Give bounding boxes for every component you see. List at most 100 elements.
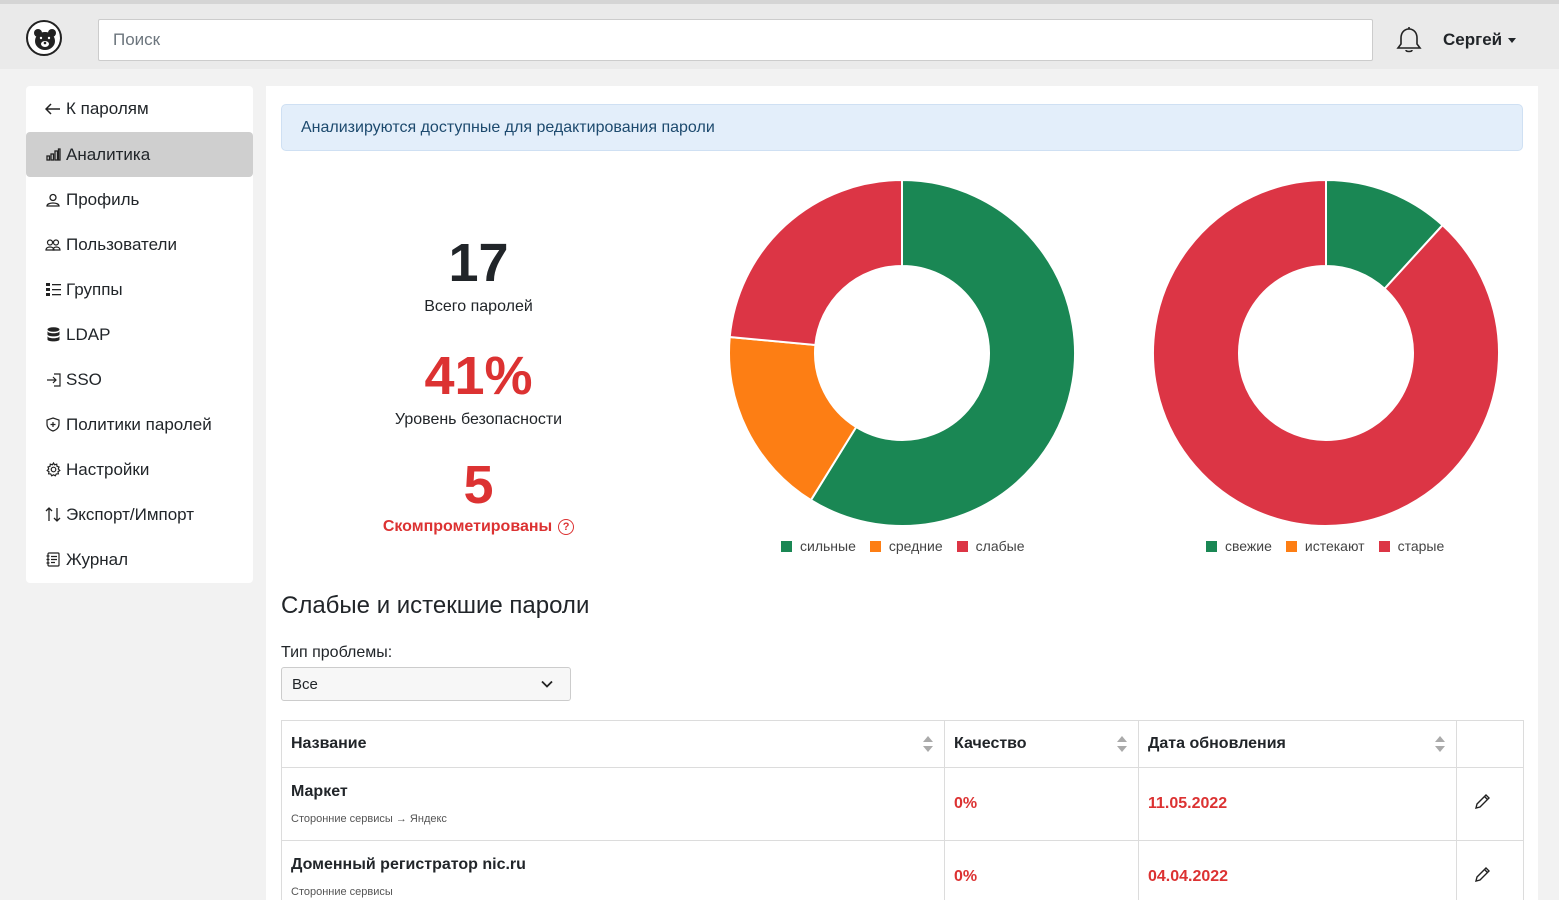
sidebar-item-back[interactable]: К паролям: [26, 86, 253, 131]
column-header-name[interactable]: Название: [281, 720, 945, 768]
legend-item: свежие: [1206, 538, 1272, 554]
compromised-label: Скомпрометированы: [382, 518, 553, 535]
sidebar-item-analytics[interactable]: Аналитика: [26, 132, 253, 177]
legend-label: слабые: [975, 538, 1025, 554]
column-header-quality[interactable]: Качество: [944, 720, 1139, 768]
bell-icon[interactable]: [1396, 26, 1422, 59]
total-value: 17: [448, 233, 509, 293]
sidebar-item-label: LDAP: [66, 324, 111, 344]
legend-label: старые: [1397, 538, 1445, 554]
select-value: Все: [292, 675, 318, 693]
legend-label: средние: [888, 538, 943, 554]
actions-cell: [1456, 840, 1524, 900]
arrows-updown-icon: [44, 506, 62, 524]
database-icon: [44, 326, 62, 344]
security-label: Уровень безопасности: [394, 411, 563, 428]
sidebar-item-profile[interactable]: Профиль: [26, 177, 253, 222]
column-label: Дата обновления: [1148, 735, 1286, 752]
legend-item: слабые: [956, 538, 1025, 554]
section-title: Слабые и истекшие пароли: [281, 592, 590, 619]
name-cell: Доменный регистратор nic.ru Сторонние се…: [281, 840, 945, 900]
stat-total: 17 Всего паролей: [376, 236, 581, 316]
donut-slice-старые[interactable]: [1153, 180, 1499, 526]
user-name: Сергей: [1443, 30, 1503, 49]
total-label: Всего паролей: [424, 298, 533, 315]
legend-swatch: [1206, 541, 1217, 552]
row-title[interactable]: Доменный регистратор nic.ru: [291, 856, 944, 874]
sidebar-item-sso[interactable]: SSO: [26, 357, 253, 402]
legend-label: истекают: [1304, 538, 1365, 554]
sidebar-item-label: Профиль: [66, 189, 140, 209]
shield-icon: [44, 416, 62, 434]
sort-icon[interactable]: [1116, 735, 1128, 758]
sidebar-item-label: SSO: [66, 369, 102, 389]
sort-icon[interactable]: [1434, 735, 1446, 758]
weak-passwords-table: Название Качество Дата обновления Маркет: [281, 720, 1524, 900]
column-header-actions: [1456, 720, 1524, 768]
list-icon: [44, 281, 62, 299]
quality-cell: 0%: [944, 767, 1139, 841]
compromised-value: 5: [463, 455, 494, 515]
pencil-icon[interactable]: [1474, 793, 1491, 815]
legend-swatch: [956, 541, 968, 552]
legend-swatch: [781, 541, 792, 552]
age-chart-legend: свежие истекают старые: [1206, 538, 1444, 554]
help-icon[interactable]: ?: [558, 519, 575, 535]
date-cell: 04.04.2022: [1138, 840, 1457, 900]
sidebar-item-label: Экспорт/Импорт: [66, 504, 195, 524]
journal-icon: [44, 551, 62, 569]
bar-chart-icon: [44, 146, 62, 164]
sidebar-item-groups[interactable]: Группы: [26, 267, 253, 312]
sidebar-item-label: Пользователи: [66, 234, 177, 254]
legend-label: свежие: [1225, 538, 1272, 554]
table-row[interactable]: Маркет Сторонние сервисы → Яндекс 0% 11.…: [281, 767, 1524, 841]
chevron-down-icon: [540, 677, 554, 695]
user-menu[interactable]: Сергей: [1443, 30, 1517, 50]
sidebar-item-policies[interactable]: Политики паролей: [26, 402, 253, 447]
legend-item: средние: [869, 538, 943, 554]
search-input[interactable]: [98, 19, 1373, 61]
sort-icon[interactable]: [922, 735, 934, 758]
pencil-icon[interactable]: [1474, 866, 1491, 888]
strength-chart-legend: сильные средние слабые: [781, 538, 1024, 554]
bear-logo-icon[interactable]: [26, 20, 62, 56]
sidebar-item-export-import[interactable]: Экспорт/Импорт: [26, 492, 253, 537]
stat-compromised: 5 Скомпрометированы ?: [376, 458, 581, 536]
sidebar-item-users[interactable]: Пользователи: [26, 222, 253, 267]
sidebar-item-settings[interactable]: Настройки: [26, 447, 253, 492]
column-label: Название: [291, 735, 367, 752]
sidebar-item-label: Аналитика: [66, 144, 151, 164]
donut-slice-слабые[interactable]: [729, 180, 903, 347]
legend-swatch: [869, 541, 881, 552]
date-cell: 11.05.2022: [1138, 767, 1457, 841]
sidebar-item-label: Журнал: [66, 549, 129, 569]
security-value: 41%: [424, 346, 533, 406]
column-header-date[interactable]: Дата обновления: [1138, 720, 1457, 768]
sidebar-item-ldap[interactable]: LDAP: [26, 312, 253, 357]
login-icon: [44, 371, 62, 389]
quality-cell: 0%: [944, 840, 1139, 900]
info-alert: Анализируются доступные для редактирован…: [281, 104, 1523, 151]
legend-swatch: [1378, 541, 1390, 552]
sidebar-item-label: Политики паролей: [66, 414, 212, 434]
problem-type-select[interactable]: Все: [281, 667, 571, 701]
table-header-row: Название Качество Дата обновления: [281, 720, 1524, 768]
sidebar: К паролям Аналитика Профиль Пользователи…: [26, 86, 253, 583]
users-icon: [44, 236, 62, 254]
legend-item: старые: [1378, 538, 1445, 554]
name-cell: Маркет Сторонние сервисы → Яндекс: [281, 767, 945, 841]
row-title[interactable]: Маркет: [291, 783, 944, 801]
table-row[interactable]: Доменный регистратор nic.ru Сторонние се…: [281, 840, 1524, 900]
filter-label: Тип проблемы:: [281, 644, 393, 661]
sidebar-item-label: К паролям: [66, 98, 149, 118]
main-content: Анализируются доступные для редактирован…: [266, 86, 1538, 900]
row-path: Сторонние сервисы → Яндекс: [291, 813, 447, 825]
caret-down-icon: [1508, 37, 1517, 43]
arrow-left-icon: [44, 100, 62, 118]
user-icon: [44, 191, 62, 209]
compromised-link[interactable]: Скомпрометированы ?: [382, 518, 575, 536]
actions-cell: [1456, 767, 1524, 841]
sidebar-item-journal[interactable]: Журнал: [26, 537, 253, 582]
legend-swatch: [1285, 541, 1297, 552]
sidebar-item-label: Группы: [66, 279, 123, 299]
